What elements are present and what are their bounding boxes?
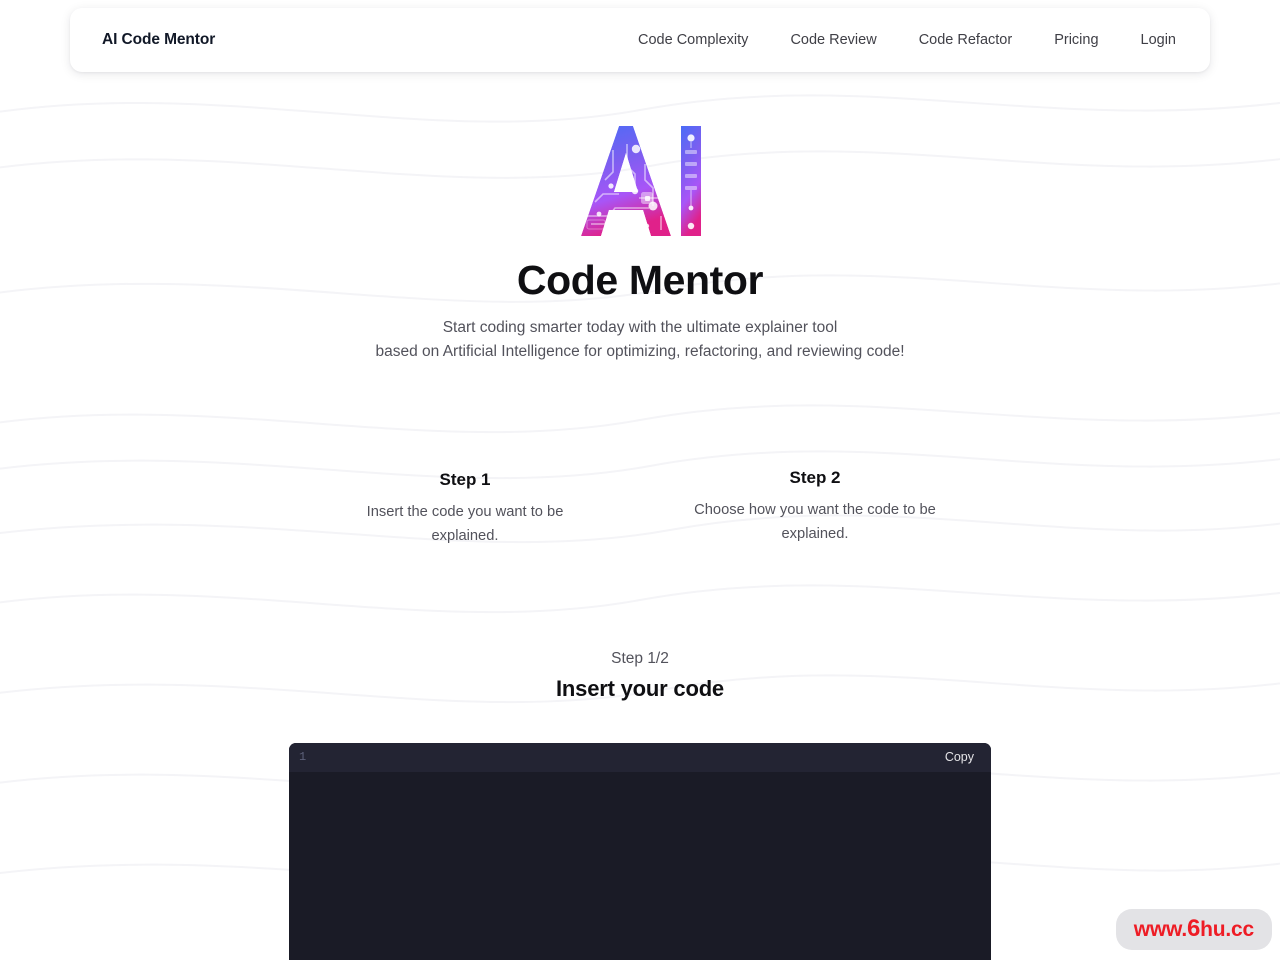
nav-login[interactable]: Login: [1141, 32, 1176, 48]
page-root: AI Code Mentor Code Complexity Code Revi…: [0, 0, 1280, 960]
steps-section: Step 1 Insert the code you want to be ex…: [0, 468, 1280, 548]
brand-logo-text[interactable]: AI Code Mentor: [102, 31, 215, 49]
line-number-1: 1: [299, 750, 307, 764]
hero-subtitle: Start coding smarter today with the ulti…: [0, 316, 1280, 364]
nav-pricing[interactable]: Pricing: [1054, 32, 1098, 48]
code-input[interactable]: [289, 772, 991, 960]
step-1-description: Insert the code you want to be explained…: [366, 504, 564, 544]
step-2-title: Step 2: [789, 468, 841, 487]
watermark-url-digit: 6: [1186, 915, 1201, 942]
code-editor-toolbar: 1 Copy: [289, 743, 991, 772]
watermark-url-prefix: www.: [1133, 918, 1187, 941]
page-title: Code Mentor: [516, 257, 764, 303]
step-progress-indicator: Step 1/2: [611, 650, 669, 667]
step-card-2: Step 2 Choose how you want the code to b…: [685, 466, 945, 548]
hero-subtitle-line-2: based on Artificial Intelligence for opt…: [375, 343, 905, 360]
nav-code-review[interactable]: Code Review: [790, 32, 876, 48]
step-1-title: Step 1: [439, 470, 491, 489]
code-editor-body[interactable]: [289, 772, 991, 960]
step-card-1: Step 1 Insert the code you want to be ex…: [335, 468, 595, 548]
watermark-url-badge: www.6hu.cc: [1115, 909, 1272, 950]
nav-code-complexity[interactable]: Code Complexity: [638, 32, 748, 48]
ai-circuit-logo-icon: [581, 126, 701, 236]
hero-section: Code Mentor Start coding smarter today w…: [0, 120, 1280, 364]
editor-section-title: Insert your code: [556, 676, 724, 701]
hero-subtitle-line-1: Start coding smarter today with the ulti…: [442, 319, 838, 336]
site-header: AI Code Mentor Code Complexity Code Revi…: [70, 8, 1210, 72]
watermark-url-rest: hu.cc: [1200, 918, 1254, 941]
step-2-description: Choose how you want the code to be expla…: [694, 502, 936, 542]
code-editor[interactable]: 1 Copy: [289, 743, 991, 960]
main-navigation: Code Complexity Code Review Code Refacto…: [638, 32, 1176, 48]
copy-button[interactable]: Copy: [945, 743, 974, 772]
nav-code-refactor[interactable]: Code Refactor: [919, 32, 1013, 48]
